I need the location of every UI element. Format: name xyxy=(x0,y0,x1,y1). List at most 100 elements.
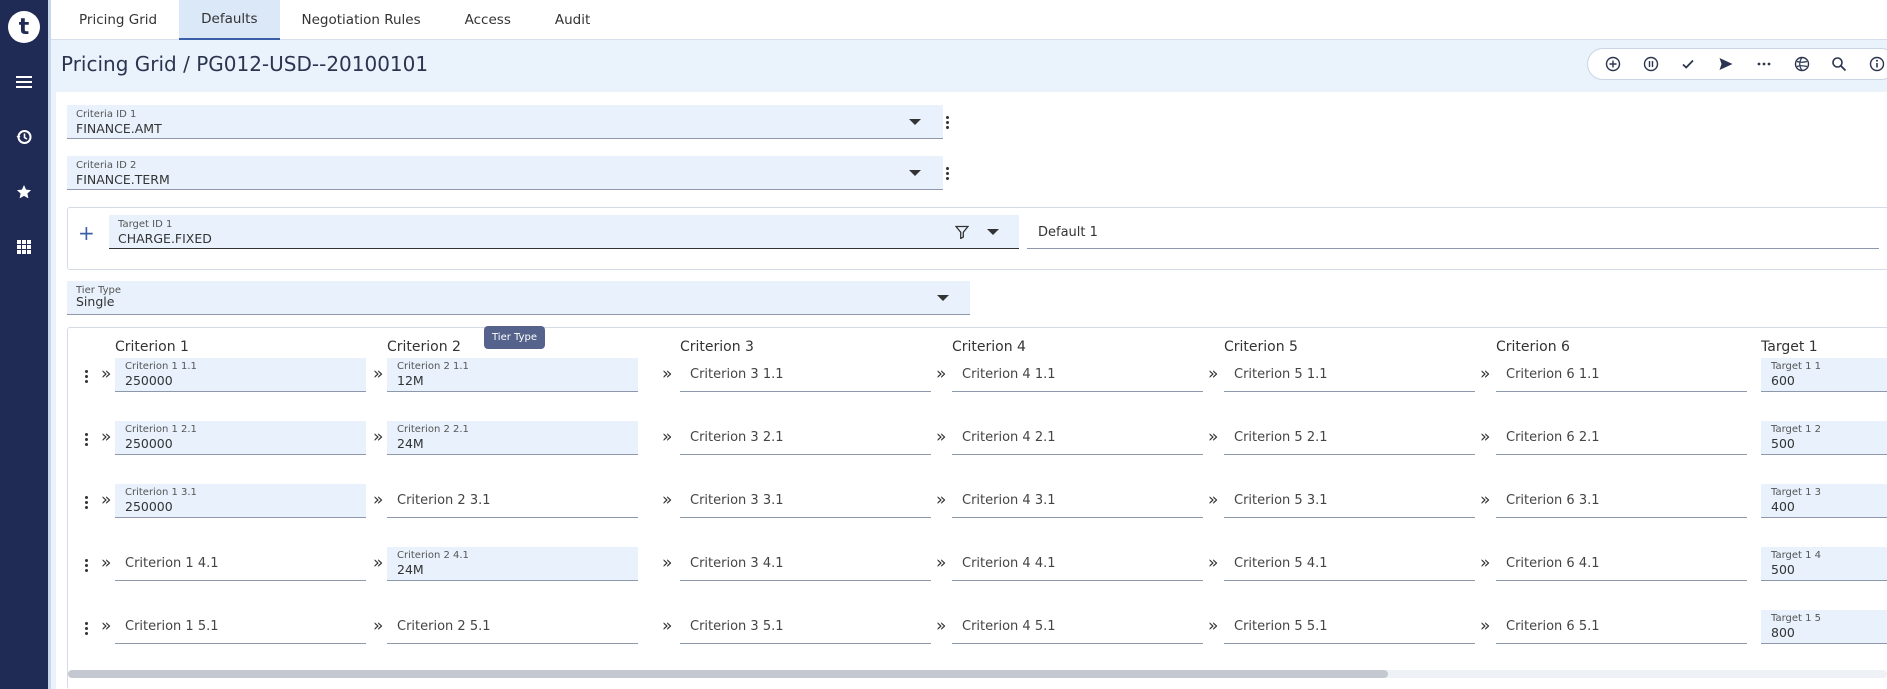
grid-cell-input[interactable]: Criterion 6 1.1 xyxy=(1496,358,1747,392)
row-5-kebab-icon[interactable] xyxy=(84,622,88,635)
grid-cell-input[interactable]: Criterion 5 2.1 xyxy=(1224,421,1475,455)
tab-pricing-grid[interactable]: Pricing Grid xyxy=(57,0,179,40)
tab-defaults[interactable]: Defaults xyxy=(179,0,280,40)
grid-cell-input[interactable]: Target 1 4 500 xyxy=(1761,547,1887,581)
grid-cell-input[interactable]: Criterion 4 1.1 xyxy=(952,358,1203,392)
star-icon[interactable] xyxy=(8,176,40,208)
grid-cell-input[interactable]: Criterion 3 1.1 xyxy=(680,358,931,392)
grid-cell-input[interactable]: Target 1 1 600 xyxy=(1761,358,1887,392)
app-logo[interactable]: t xyxy=(8,11,40,43)
expand-chevron-icon[interactable]: » xyxy=(662,429,672,446)
grid-cell-input[interactable]: Criterion 1 1.1 250000 xyxy=(115,358,366,392)
grid-cell-input[interactable]: Criterion 3 4.1 xyxy=(680,547,931,581)
grid-cell-input[interactable]: Criterion 4 5.1 xyxy=(952,610,1203,644)
expand-chevron-icon[interactable]: » xyxy=(101,618,111,635)
grid-cell-input[interactable]: Target 1 2 500 xyxy=(1761,421,1887,455)
grid-icon[interactable] xyxy=(8,231,40,263)
horizontal-scrollbar-thumb[interactable] xyxy=(68,670,1388,678)
target-id-1-select[interactable]: Target ID 1 CHARGE.FIXED xyxy=(109,215,1019,249)
send-icon[interactable] xyxy=(1707,50,1745,78)
expand-chevron-icon[interactable]: » xyxy=(662,618,672,635)
grid-cell-input[interactable]: Criterion 3 3.1 xyxy=(680,484,931,518)
check-icon[interactable] xyxy=(1670,50,1708,78)
row-2-kebab-icon[interactable] xyxy=(84,433,88,446)
filter-icon[interactable] xyxy=(954,224,970,243)
pause-circle-icon[interactable] xyxy=(1632,50,1670,78)
criteria-id-2-select[interactable]: Criteria ID 2 FINANCE.TERM xyxy=(67,156,943,190)
grid-cell-input[interactable]: Criterion 2 3.1 xyxy=(387,484,638,518)
row-3-kebab-icon[interactable] xyxy=(84,496,88,509)
default-1-field[interactable]: Default 1 xyxy=(1027,215,1879,249)
grid-cell-input[interactable]: Criterion 2 1.1 12M xyxy=(387,358,638,392)
row-4-kebab-icon[interactable] xyxy=(84,559,88,572)
expand-chevron-icon[interactable]: » xyxy=(1480,618,1490,635)
grid-cell-input[interactable]: Criterion 6 3.1 xyxy=(1496,484,1747,518)
tier-type-select[interactable]: Tier Type Single xyxy=(67,281,970,315)
grid-cell-input[interactable]: Criterion 3 5.1 xyxy=(680,610,931,644)
history-icon[interactable] xyxy=(8,121,40,153)
grid-cell-input[interactable]: Criterion 1 3.1 250000 xyxy=(115,484,366,518)
expand-chevron-icon[interactable]: » xyxy=(936,429,946,446)
grid-cell-input[interactable]: Criterion 4 3.1 xyxy=(952,484,1203,518)
expand-chevron-icon[interactable]: » xyxy=(662,492,672,509)
tab-negotiation-rules[interactable]: Negotiation Rules xyxy=(280,0,443,40)
expand-chevron-icon[interactable]: » xyxy=(1480,555,1490,572)
add-target-icon[interactable]: + xyxy=(78,223,95,243)
grid-cell-input[interactable]: Criterion 2 5.1 xyxy=(387,610,638,644)
more-icon[interactable] xyxy=(1745,50,1783,78)
grid-cell-value: 250000 xyxy=(125,436,173,451)
search-icon[interactable] xyxy=(1821,50,1859,78)
grid-cell-label: Target 1 1 xyxy=(1771,361,1822,372)
row-1-kebab-icon[interactable] xyxy=(84,370,88,383)
grid-cell-input[interactable]: Criterion 2 2.1 24M xyxy=(387,421,638,455)
expand-chevron-icon[interactable]: » xyxy=(373,618,383,635)
grid-cell-input[interactable]: Criterion 5 1.1 xyxy=(1224,358,1475,392)
expand-chevron-icon[interactable]: » xyxy=(1480,492,1490,509)
globe-icon[interactable] xyxy=(1783,50,1821,78)
expand-chevron-icon[interactable]: » xyxy=(936,618,946,635)
criteria-id-1-kebab-icon[interactable] xyxy=(945,116,949,129)
expand-chevron-icon[interactable]: » xyxy=(373,492,383,509)
expand-chevron-icon[interactable]: » xyxy=(936,492,946,509)
grid-cell-input[interactable]: Criterion 2 4.1 24M xyxy=(387,547,638,581)
grid-cell-input[interactable]: Criterion 1 5.1 xyxy=(115,610,366,644)
grid-cell-input[interactable]: Criterion 1 4.1 xyxy=(115,547,366,581)
expand-chevron-icon[interactable]: » xyxy=(373,366,383,383)
expand-chevron-icon[interactable]: » xyxy=(1208,555,1218,572)
expand-chevron-icon[interactable]: » xyxy=(1208,492,1218,509)
grid-cell-input[interactable]: Criterion 6 4.1 xyxy=(1496,547,1747,581)
expand-chevron-icon[interactable]: » xyxy=(101,366,111,383)
expand-chevron-icon[interactable]: » xyxy=(936,555,946,572)
grid-cell-input[interactable]: Criterion 6 2.1 xyxy=(1496,421,1747,455)
add-circle-icon[interactable] xyxy=(1594,50,1632,78)
grid-cell-input[interactable]: Criterion 5 3.1 xyxy=(1224,484,1475,518)
expand-chevron-icon[interactable]: » xyxy=(1208,366,1218,383)
expand-chevron-icon[interactable]: » xyxy=(373,555,383,572)
expand-chevron-icon[interactable]: » xyxy=(101,555,111,572)
grid-cell-input[interactable]: Criterion 6 5.1 xyxy=(1496,610,1747,644)
expand-chevron-icon[interactable]: » xyxy=(1480,429,1490,446)
expand-chevron-icon[interactable]: » xyxy=(1208,618,1218,635)
expand-chevron-icon[interactable]: » xyxy=(1208,429,1218,446)
criteria-id-1-select[interactable]: Criteria ID 1 FINANCE.AMT xyxy=(67,105,943,139)
expand-chevron-icon[interactable]: » xyxy=(373,429,383,446)
grid-cell-input[interactable]: Target 1 5 800 xyxy=(1761,610,1887,644)
expand-chevron-icon[interactable]: » xyxy=(101,492,111,509)
grid-cell-input[interactable]: Criterion 4 2.1 xyxy=(952,421,1203,455)
expand-chevron-icon[interactable]: » xyxy=(101,429,111,446)
info-icon[interactable] xyxy=(1858,50,1887,78)
expand-chevron-icon[interactable]: » xyxy=(662,366,672,383)
grid-cell-input[interactable]: Criterion 5 5.1 xyxy=(1224,610,1475,644)
tab-access[interactable]: Access xyxy=(443,0,533,40)
grid-cell-input[interactable]: Criterion 1 2.1 250000 xyxy=(115,421,366,455)
expand-chevron-icon[interactable]: » xyxy=(936,366,946,383)
grid-cell-input[interactable]: Target 1 3 400 xyxy=(1761,484,1887,518)
grid-cell-input[interactable]: Criterion 5 4.1 xyxy=(1224,547,1475,581)
expand-chevron-icon[interactable]: » xyxy=(1480,366,1490,383)
grid-cell-input[interactable]: Criterion 4 4.1 xyxy=(952,547,1203,581)
menu-icon[interactable] xyxy=(8,66,40,98)
tab-audit[interactable]: Audit xyxy=(533,0,612,40)
criteria-id-2-kebab-icon[interactable] xyxy=(945,167,949,180)
grid-cell-input[interactable]: Criterion 3 2.1 xyxy=(680,421,931,455)
expand-chevron-icon[interactable]: » xyxy=(662,555,672,572)
